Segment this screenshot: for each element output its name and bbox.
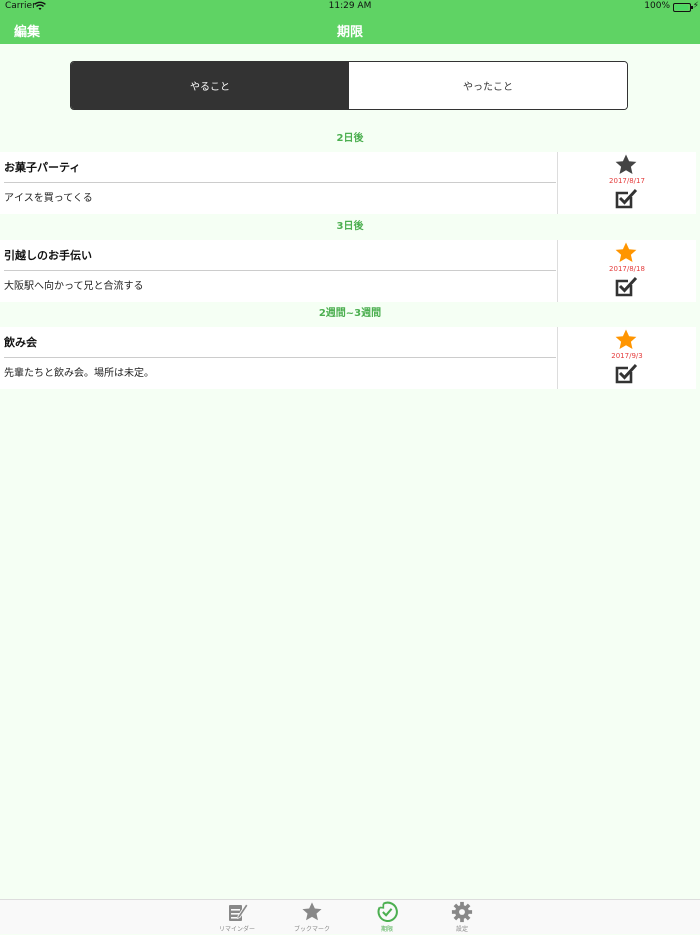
tab-reminder[interactable]: リマインダー [202, 901, 272, 935]
reminder-icon [229, 903, 249, 921]
item-date: 2017/8/17 [609, 177, 645, 185]
tab-bookmark[interactable]: ブックマーク [277, 901, 347, 935]
gear-icon [451, 901, 473, 923]
checkbox-icon[interactable] [614, 276, 638, 298]
item-description: 大阪駅へ向かって兄と合流する [4, 281, 144, 292]
segmented-control: やること やったこと [70, 61, 628, 110]
tab-bar: リマインダー ブックマーク 期限 設定 [0, 899, 700, 934]
charging-icon: ⚡ [692, 1, 699, 11]
star-icon [302, 902, 322, 921]
checkbox-icon[interactable] [614, 188, 638, 210]
star-icon[interactable] [613, 241, 639, 265]
checkbox-icon[interactable] [614, 363, 638, 385]
list-item[interactable]: 飲み会 先輩たちと飲み会。場所は未定。 2017/9/3 [0, 327, 696, 389]
item-title: お菓子パーティ [4, 152, 556, 183]
item-title: 飲み会 [4, 327, 556, 358]
section-header: 2日後 [336, 133, 364, 144]
tab-label: ブックマーク [293, 926, 330, 933]
tab-label: 設定 [455, 926, 468, 933]
item-description: アイスを買ってくる [4, 193, 93, 204]
item-title: 引越しのお手伝い [4, 240, 556, 271]
star-icon[interactable] [613, 153, 639, 177]
status-bar: Carrier 11:29 AM 100% ⚡ [0, 0, 700, 14]
list-item[interactable]: 引越しのお手伝い 大阪駅へ向かって兄と合流する 2017/8/18 [0, 240, 696, 302]
item-description: 先輩たちと飲み会。場所は未定。 [4, 368, 154, 379]
battery-icon [673, 3, 693, 12]
tab-label: リマインダー [218, 926, 255, 933]
clock-label: 11:29 AM [328, 1, 372, 11]
item-date: 2017/8/18 [609, 265, 645, 273]
tab-settings[interactable]: 設定 [427, 901, 497, 935]
segment-done[interactable]: やったこと [349, 62, 627, 109]
navigation-bar: 編集 期限 [0, 14, 700, 44]
tab-label: 期限 [380, 926, 393, 933]
section-header: 2週間~3週間 [318, 308, 382, 319]
section-header: 3日後 [336, 221, 364, 232]
segment-todo[interactable]: やること [71, 62, 349, 109]
list-item[interactable]: お菓子パーティ アイスを買ってくる 2017/8/17 [0, 152, 696, 214]
star-icon[interactable] [613, 328, 639, 352]
tab-deadline[interactable]: 期限 [352, 901, 422, 935]
item-date: 2017/9/3 [611, 352, 643, 360]
deadline-clock-icon [377, 901, 398, 922]
page-title: 期限 [336, 25, 363, 40]
battery-percent: 100% [644, 1, 670, 11]
